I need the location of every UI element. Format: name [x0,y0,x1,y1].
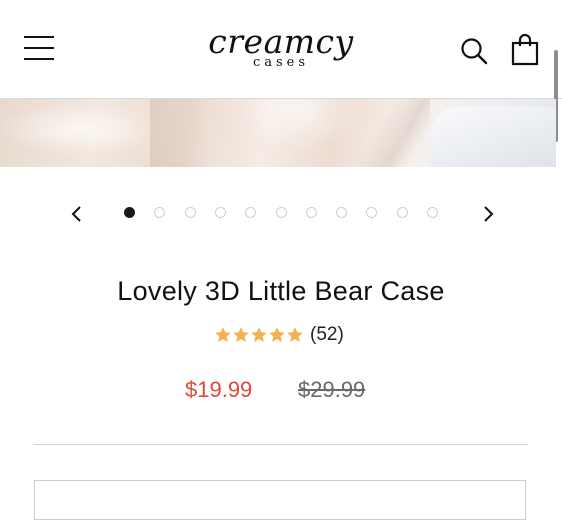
product-image[interactable] [0,99,556,167]
sale-price: $19.99 [185,377,253,402]
hamburger-menu-icon [24,36,54,38]
carousel-dot[interactable] [214,207,226,218]
carousel-dot[interactable] [275,207,287,218]
carousel-dot[interactable] [184,207,196,218]
carousel-dot[interactable] [396,207,408,218]
star-icon [233,327,249,342]
star-icon [269,327,285,342]
divider [34,444,528,445]
variant-selector[interactable] [34,480,526,520]
carousel-dot[interactable] [427,207,438,218]
product-title: Lovely 3D Little Bear Case [117,276,445,306]
review-count: (52) [310,324,344,345]
carousel-next-button[interactable] [474,200,502,228]
star-icon [251,327,267,342]
carousel-prev-button[interactable] [63,200,91,228]
carousel-dot[interactable] [245,207,257,218]
brand-tagline: cases [252,55,310,70]
carousel-dot[interactable] [154,207,166,218]
shopping-bag-icon [511,33,539,66]
product-rating[interactable]: (52) [214,322,344,348]
rating-stars [214,326,304,344]
carousel-dot[interactable] [336,207,348,218]
cart-button[interactable] [510,33,540,67]
brand-logo[interactable]: creamcy cases [170,24,392,70]
carousel-dot[interactable] [366,207,378,218]
chevron-left-icon [71,206,81,222]
star-icon [287,327,303,342]
carousel-dots [118,207,448,221]
carousel-dot[interactable] [305,207,317,218]
regular-price: $29.99 [298,377,366,402]
carousel-dot[interactable] [124,207,135,218]
search-button[interactable] [459,36,489,66]
menu-button[interactable] [24,36,58,62]
star-icon [215,327,231,342]
chevron-right-icon [484,206,494,222]
site-header: creamcy cases [0,0,562,99]
search-icon [461,38,488,65]
